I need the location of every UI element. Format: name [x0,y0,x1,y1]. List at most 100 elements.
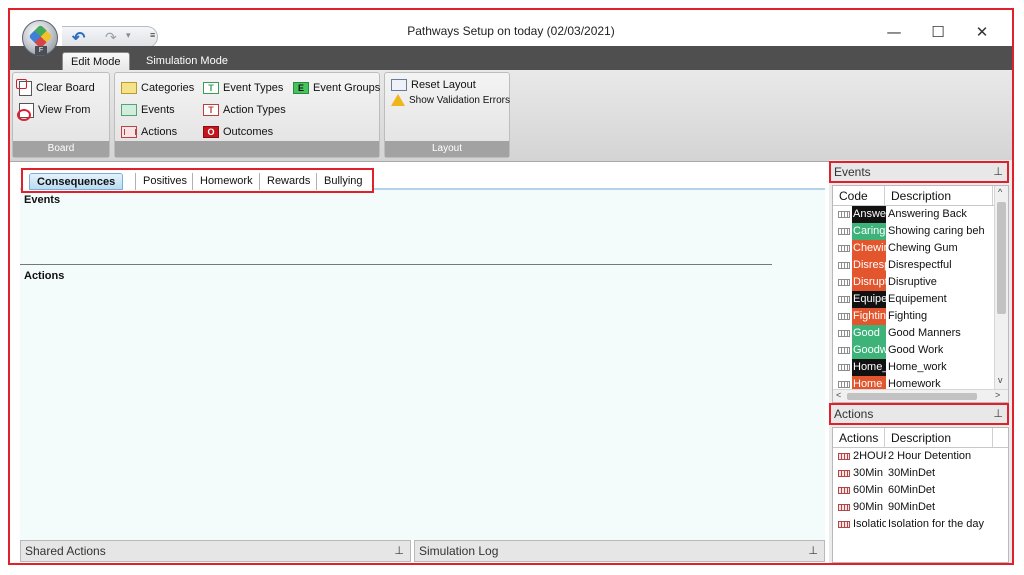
event-code: Disresp [852,257,886,274]
list-item[interactable]: 60Min 60MinDet [833,482,1008,499]
outcomes-button[interactable]: O Outcomes [203,123,273,141]
board-group-label: Board [13,141,109,157]
scroll-up-icon[interactable]: ^ [998,187,1002,197]
event-row-icon [838,296,850,303]
event-description: Disrespectful [888,259,952,271]
events-rows: AnswerAnswering BackCaringShowing caring… [833,206,1008,393]
column-header-code[interactable]: Code [833,186,885,205]
event-code: Answer [852,206,886,223]
events-vertical-scrollbar[interactable]: ^ v [994,186,1008,391]
events-button[interactable]: Events [121,101,175,119]
view-from-button[interactable]: View From [17,101,91,121]
column-header-description[interactable]: Description [885,186,993,205]
ribbon-group-types: Categories Events Actions T Event Types … [114,72,380,158]
tab-positives[interactable]: Positives [135,173,194,190]
reset-layout-icon [391,79,407,91]
tab-edit-mode[interactable]: Edit Mode [62,52,130,70]
actions-list[interactable]: Actions Description 2HOUF2 Hour Detentio… [832,427,1009,563]
events-label: Events [141,104,175,116]
event-description: Good Work [888,344,944,356]
tab-consequences[interactable]: Consequences [29,173,124,190]
list-item[interactable]: Isolatio Isolation for the day [833,516,1008,533]
list-item[interactable]: Good Good Manners [833,325,1008,342]
list-item[interactable]: AnswerAnswering Back [833,206,1008,223]
view-from-label: View From [38,104,91,116]
event-row-icon [838,228,850,235]
action-row-icon [838,470,850,477]
list-item[interactable]: 90Min 90MinDet [833,499,1008,516]
event-description: Disruptive [888,276,937,288]
scroll-down-icon[interactable]: v [998,375,1003,385]
pin-icon[interactable]: ⊥ [808,541,818,561]
event-code: Caring [852,223,886,240]
list-item[interactable]: 30Min 30MinDet [833,465,1008,482]
event-groups-button[interactable]: E Event Groups [293,79,380,97]
actions-button[interactable]: Actions [121,123,177,141]
close-button[interactable]: ✕ [960,20,1004,44]
events-horizontal-scrollbar[interactable]: < > [833,389,1008,402]
event-description: Answering Back [888,208,967,220]
scroll-right-icon[interactable]: > [995,390,1000,400]
shared-actions-panel-header[interactable]: Shared Actions ⊥ [20,540,411,562]
list-item[interactable]: ChewinChewing Gum [833,240,1008,257]
pin-icon[interactable]: ⊥ [394,541,404,561]
list-item[interactable]: Home_ Home_work [833,359,1008,376]
actions-panel-header[interactable]: Actions ⊥ [829,403,1009,425]
event-row-icon [838,211,850,218]
tab-simulation-mode[interactable]: Simulation Mode [138,52,236,70]
pin-icon[interactable]: ⊥ [993,405,1003,423]
action-description: 2 Hour Detention [888,450,972,462]
action-code: 2HOUF [853,450,886,462]
pin-icon[interactable]: ⊥ [993,163,1003,181]
event-row-icon [838,364,850,371]
action-code: 90Min [853,501,883,513]
clear-board-button[interactable]: Clear Board [16,78,95,97]
app-orb-letter: F [35,46,47,55]
event-code: Chewin [852,240,886,257]
column-header-actions[interactable]: Actions [833,428,885,447]
categories-button[interactable]: Categories [121,79,194,97]
minimize-button[interactable]: — [872,20,916,44]
events-list-header: Code Description [833,186,1008,206]
list-item[interactable]: Fightin Fighting [833,308,1008,325]
tab-homework[interactable]: Homework [192,173,260,190]
event-description: Chewing Gum [888,242,958,254]
clear-board-icon [16,78,32,96]
event-row-icon [838,313,850,320]
column-header-description[interactable]: Description [885,428,993,447]
actions-section-heading: Actions [24,270,65,282]
events-panel-title: Events [834,165,871,179]
window-controls: — ☐ ✕ [872,20,1004,44]
events-vertical-scroll-thumb[interactable] [997,202,1006,314]
maximize-button[interactable]: ☐ [916,20,960,44]
scroll-left-icon[interactable]: < [836,390,841,400]
events-horizontal-scroll-thumb[interactable] [847,393,977,400]
reset-layout-label: Reset Layout [411,79,476,91]
shared-actions-title: Shared Actions [25,544,106,558]
board-tabs: Consequences Positives Homework Rewards … [21,168,374,193]
event-code: Equipe [852,291,886,308]
event-groups-icon: E [293,82,309,94]
action-row-icon [838,504,850,511]
event-row-icon [838,330,850,337]
event-types-button[interactable]: T Event Types [203,79,283,97]
events-list[interactable]: Code Description AnswerAnswering BackCar… [832,185,1009,403]
action-types-button[interactable]: T Action Types [203,101,286,119]
events-panel-header[interactable]: Events ⊥ [829,161,1009,183]
show-validation-errors-button[interactable]: Show Validation Errors [391,91,510,109]
action-description: Isolation for the day [888,518,985,530]
app-orb-button[interactable]: F [22,20,58,56]
list-item[interactable]: Disrupt Disruptive [833,274,1008,291]
event-description: Equipement [888,293,947,305]
tab-bullying[interactable]: Bullying [316,173,370,190]
list-item[interactable]: 2HOUF2 Hour Detention [833,448,1008,465]
list-item[interactable]: Equipe Equipement [833,291,1008,308]
event-row-icon [838,262,850,269]
list-item[interactable]: DisrespDisrespectful [833,257,1008,274]
list-item[interactable]: Goodw Good Work [833,342,1008,359]
events-icon [121,104,137,116]
board-canvas[interactable]: Events Actions [20,188,825,540]
tab-rewards[interactable]: Rewards [259,173,317,190]
list-item[interactable]: Caring Showing caring beh [833,223,1008,240]
simulation-log-panel-header[interactable]: Simulation Log ⊥ [414,540,825,562]
